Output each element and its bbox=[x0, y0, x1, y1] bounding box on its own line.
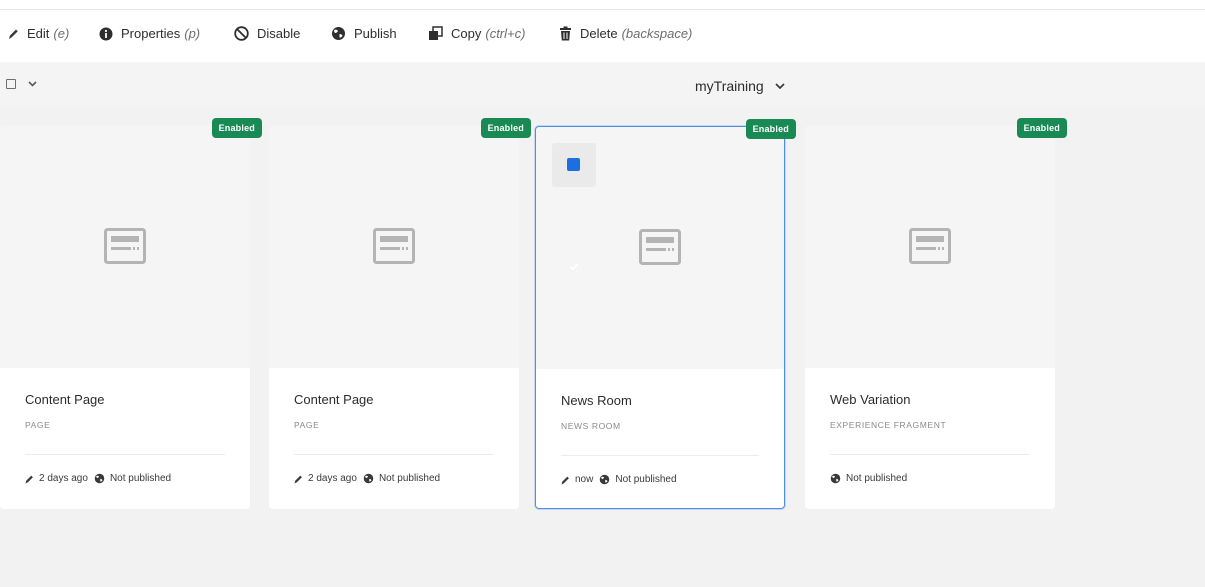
delete-button[interactable]: Delete (backspace) bbox=[559, 26, 692, 41]
chevron-down-icon bbox=[28, 81, 37, 87]
card-item-selected[interactable]: Enabled News Room NEWS ROOM now Not publ… bbox=[535, 119, 796, 509]
pencil-icon bbox=[25, 475, 33, 483]
status-badge: Enabled bbox=[745, 119, 796, 139]
pencil-icon bbox=[561, 476, 569, 484]
location-selector[interactable]: myTraining bbox=[695, 78, 785, 94]
card-type: PAGE bbox=[25, 420, 51, 430]
card-thumbnail bbox=[269, 126, 519, 368]
modified-time: now bbox=[575, 474, 594, 485]
globe-icon bbox=[363, 473, 374, 484]
publish-status: Not published bbox=[615, 474, 677, 485]
chevron-down-icon bbox=[775, 83, 785, 89]
page-thumbnail-icon bbox=[909, 228, 951, 264]
disable-button[interactable]: Disable bbox=[234, 26, 300, 41]
checkmark-icon bbox=[569, 263, 578, 271]
status-badge: Enabled bbox=[480, 118, 531, 138]
modified-time: 2 days ago bbox=[39, 473, 88, 484]
edit-shortcut: (e) bbox=[53, 26, 70, 41]
copy-shortcut: (ctrl+c) bbox=[485, 26, 526, 41]
properties-shortcut: (p) bbox=[184, 26, 201, 41]
card-item[interactable]: Enabled Content Page PAGE 2 days ago Not… bbox=[0, 118, 262, 509]
action-bar: Edit (e) Properties (p) Disable Publish … bbox=[0, 0, 1205, 62]
page-thumbnail-icon bbox=[104, 228, 146, 264]
card-item[interactable]: Enabled Content Page PAGE 2 days ago Not… bbox=[269, 118, 531, 509]
delete-label: Delete bbox=[580, 26, 618, 41]
modified-time: 2 days ago bbox=[308, 473, 357, 484]
card-type: PAGE bbox=[294, 420, 320, 430]
top-divider bbox=[0, 9, 1205, 10]
card-thumbnail bbox=[536, 127, 784, 369]
publish-status: Not published bbox=[109, 473, 172, 484]
card-title: Content Page bbox=[25, 392, 105, 407]
status-badge: Enabled bbox=[1016, 118, 1067, 138]
copy-label: Copy bbox=[451, 26, 482, 41]
card-type: NEWS ROOM bbox=[561, 421, 621, 431]
card-thumbnail bbox=[805, 126, 1055, 368]
ban-icon bbox=[234, 26, 249, 41]
select-checkbox[interactable] bbox=[567, 158, 580, 271]
pencil-icon bbox=[9, 29, 18, 39]
delete-shortcut: (backspace) bbox=[621, 26, 693, 41]
info-icon bbox=[99, 27, 113, 40]
card-divider bbox=[294, 454, 494, 455]
trash-icon bbox=[560, 26, 571, 41]
card-meta: now Not published bbox=[561, 474, 677, 485]
globe-icon bbox=[830, 473, 841, 484]
publish-button[interactable]: Publish bbox=[331, 26, 397, 41]
globe-icon bbox=[600, 474, 610, 485]
page-title: myTraining bbox=[695, 78, 764, 94]
card-title: Content Page bbox=[294, 392, 374, 407]
edit-button[interactable]: Edit (e) bbox=[8, 26, 69, 41]
card-meta: 2 days ago Not published bbox=[294, 473, 440, 484]
copy-icon bbox=[429, 26, 443, 40]
view-switcher[interactable] bbox=[6, 79, 37, 89]
card-divider bbox=[830, 454, 1030, 455]
pencil-icon bbox=[294, 475, 302, 483]
publish-status: Not published bbox=[846, 473, 908, 484]
card-item[interactable]: Enabled Web Variation EXPERIENCE FRAGMEN… bbox=[805, 118, 1067, 509]
globe-icon bbox=[94, 473, 105, 484]
select-checkbox-area[interactable] bbox=[552, 143, 596, 271]
card-title: News Room bbox=[561, 393, 632, 408]
card-meta: Not published bbox=[830, 473, 907, 484]
status-badge: Enabled bbox=[211, 118, 262, 138]
card-view-icon bbox=[6, 79, 16, 89]
view-bar: myTraining bbox=[0, 62, 1205, 108]
card-divider bbox=[25, 454, 225, 455]
card-meta: 2 days ago Not published bbox=[25, 473, 171, 484]
card-thumbnail bbox=[0, 126, 250, 368]
card-type: EXPERIENCE FRAGMENT bbox=[830, 420, 947, 430]
properties-label: Properties bbox=[121, 26, 181, 41]
page-thumbnail-icon bbox=[373, 228, 415, 264]
publish-status: Not published bbox=[378, 473, 441, 484]
copy-button[interactable]: Copy (ctrl+c) bbox=[428, 26, 525, 41]
page-thumbnail-icon bbox=[639, 229, 681, 265]
globe-icon bbox=[332, 27, 345, 40]
edit-label: Edit bbox=[27, 26, 50, 41]
card-divider bbox=[561, 455, 759, 456]
publish-label: Publish bbox=[354, 26, 397, 41]
card-title: Web Variation bbox=[830, 392, 911, 407]
disable-label: Disable bbox=[257, 26, 301, 41]
properties-button[interactable]: Properties (p) bbox=[99, 26, 200, 41]
